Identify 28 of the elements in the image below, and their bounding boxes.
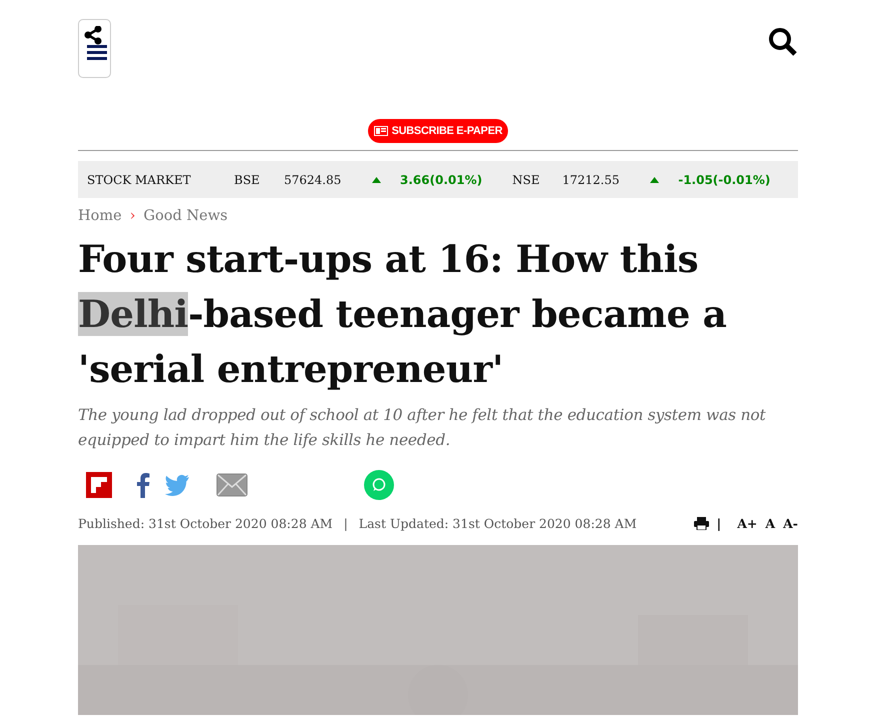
article-summary: The young lad dropped out of school at 10 after he felt that the education system was not equipped to impart him the life skills he needed. [78, 405, 767, 451]
facebook-icon[interactable] [136, 472, 150, 498]
share-menu-button[interactable] [78, 19, 111, 78]
published-date: Published: 31st October 2020 08:28 AM [78, 516, 333, 531]
index-value: 57624.85 [284, 172, 342, 186]
breadcrumb-link[interactable]: Home [78, 208, 122, 224]
newspaper-icon [374, 126, 388, 136]
stock-market-label: STOCK MARKET [87, 172, 192, 186]
breadcrumb-separator: › [130, 208, 136, 224]
font-size-button[interactable]: A- [783, 516, 798, 531]
index-value: 17212.55 [562, 172, 620, 186]
index-name: BSE [234, 172, 261, 186]
updated-date: Last Updated: 31st October 2020 08:28 AM [358, 516, 637, 531]
print-icon[interactable] [694, 517, 709, 530]
subscribe-epaper-button[interactable]: SUBSCRIBE E-PAPER [368, 119, 508, 143]
index-change: 3.66(0.01%) [400, 172, 482, 186]
index-change: -1.05(-0.01%) [678, 172, 770, 186]
email-icon[interactable] [216, 473, 248, 497]
flipboard-icon[interactable] [86, 472, 112, 498]
search-icon[interactable] [768, 27, 798, 57]
font-size-button[interactable]: A [765, 516, 776, 531]
tool-divider: | [716, 516, 722, 531]
meta-divider: | [344, 516, 348, 531]
share-menu-icon [82, 26, 106, 62]
index-name: NSE [512, 172, 541, 186]
font-size-button[interactable]: A+ [737, 516, 758, 531]
breadcrumb-link[interactable]: Good News [144, 208, 228, 224]
article-headline: Four start-ups at 16: How this Delhi-based teenager became a 'serial entrepreneur' [78, 236, 728, 393]
